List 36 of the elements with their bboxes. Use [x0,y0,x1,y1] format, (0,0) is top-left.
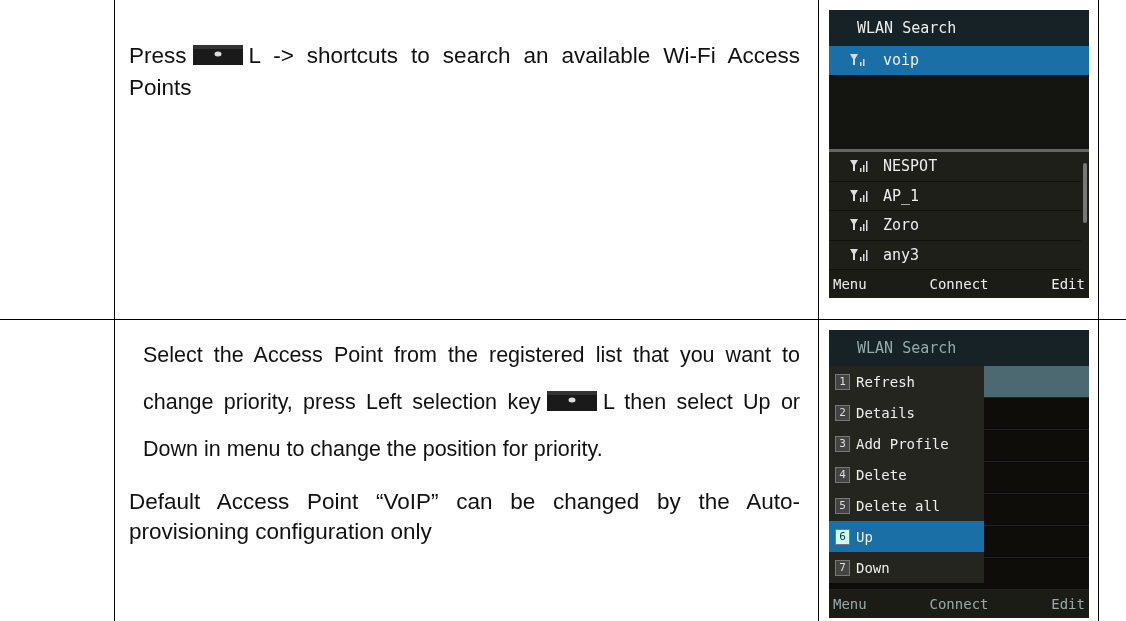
number-badge: 1 [835,373,850,390]
number-badge: 4 [835,466,850,483]
softkey-icon [546,391,597,411]
screen-title: WLAN Search [829,330,1089,366]
signal-icon [849,218,869,233]
number-badge: 2 [835,404,850,421]
softkey-label[interactable]: Edit [1051,596,1085,612]
softkey-icon [192,45,243,65]
scrollbar-thumb [1083,163,1087,223]
signal-icon [849,188,869,203]
screen-title: WLAN Search [829,10,1089,46]
number-badge: 7 [835,559,850,576]
menu-item[interactable]: 1 Refresh [829,366,984,397]
number-badge: 6 [835,528,850,545]
softkey-label[interactable]: Menu [833,276,867,292]
number-badge: 5 [835,497,850,514]
number-badge: 3 [835,435,850,452]
signal-icon [849,159,869,174]
menu-item[interactable]: 4 Delete [829,459,984,490]
softkey-label[interactable]: Edit [1051,276,1085,292]
softkey-label[interactable]: Connect [929,276,989,292]
note-text: Default Access Point “VoIP” can be changed by the Auto- provisioning configuration only [129,488,800,546]
signal-icon [849,247,869,262]
menu-item[interactable]: 7 Down [829,552,984,583]
access-point-item[interactable]: Zoro [829,211,1081,241]
instruction-text: Press L -> shortcuts to search an available Wi-Fi Access Points [129,42,800,102]
access-point-item[interactable]: NESPOT [829,152,1081,182]
menu-item[interactable]: 2 Details [829,397,984,428]
access-point-item[interactable]: voip [829,46,1089,76]
access-point-item[interactable]: AP_1 [829,181,1081,212]
softkey-label[interactable]: Menu [833,596,867,612]
menu-item[interactable]: 6 Up [829,521,984,552]
menu-item[interactable]: 3 Add Profile [829,428,984,459]
softkey-label[interactable]: Connect [929,596,989,612]
menu-item[interactable]: 5 Delete all [829,490,984,521]
instruction-text: Select the Access Point from the registered list that you want to change priority, press Left selection key L then select Up or Down in menu to change the position for priority. [143,342,800,463]
